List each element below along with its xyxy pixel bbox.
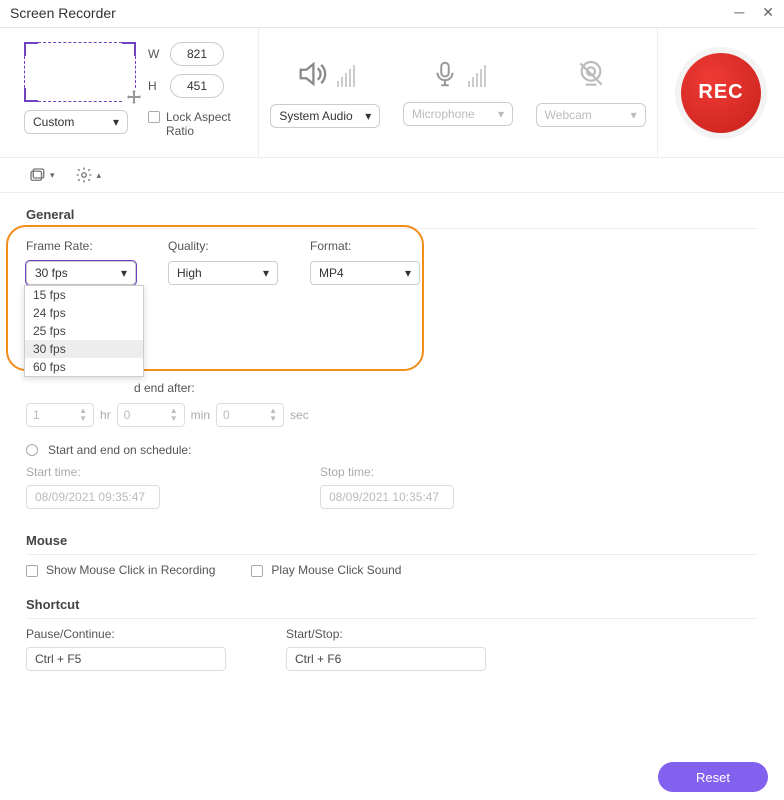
chevron-down-icon: ▾ [121, 266, 127, 280]
stop-time-field[interactable]: 08/09/2021 10:35:47 [320, 485, 454, 509]
webcam-select[interactable]: Webcam▾ [536, 103, 646, 127]
output-folder-button[interactable]: ▾ [28, 166, 55, 184]
system-audio-select[interactable]: System Audio▾ [270, 104, 380, 128]
pause-shortcut-label: Pause/Continue: [26, 627, 226, 641]
quality-select[interactable]: High▾ [168, 261, 278, 285]
chevron-down-icon: ▾ [405, 266, 411, 280]
mic-level-icon [468, 65, 486, 87]
shortcut-heading: Shortcut [26, 597, 758, 619]
start-time-field[interactable]: 08/09/2021 09:35:47 [26, 485, 160, 509]
microphone-icon [430, 59, 460, 92]
radio-icon [26, 444, 38, 456]
chevron-down-icon: ▾ [263, 266, 269, 280]
minimize-button[interactable]: ─ [734, 4, 744, 21]
webcam-off-icon [575, 58, 607, 93]
pause-shortcut-field[interactable]: Ctrl + F5 [26, 647, 226, 671]
capture-mode-select[interactable]: Custom▾ [24, 110, 128, 134]
fps-option[interactable]: 24 fps [25, 304, 143, 322]
close-button[interactable]: ✕ [762, 4, 774, 21]
height-input[interactable] [170, 74, 224, 98]
general-heading: General [26, 207, 758, 229]
chevron-down-icon: ▾ [113, 115, 119, 129]
chevron-down-icon: ▾ [365, 109, 371, 123]
start-shortcut-label: Start/Stop: [286, 627, 486, 641]
fps-option[interactable]: 25 fps [25, 322, 143, 340]
hour-stepper[interactable]: 1▲▼ [26, 403, 94, 427]
stop-time-label: Stop time: [320, 465, 454, 479]
format-label: Format: [310, 239, 420, 253]
play-sound-checkbox[interactable]: Play Mouse Click Sound [251, 563, 401, 577]
microphone-select[interactable]: Microphone▾ [403, 102, 513, 126]
start-shortcut-field[interactable]: Ctrl + F6 [286, 647, 486, 671]
record-button[interactable]: REC [681, 53, 761, 133]
start-time-label: Start time: [26, 465, 160, 479]
quality-label: Quality: [168, 239, 278, 253]
chevron-down-icon: ▾ [50, 170, 55, 181]
source-webcam: Webcam▾ [524, 28, 657, 157]
mouse-heading: Mouse [26, 533, 758, 555]
minute-stepper[interactable]: 0▲▼ [117, 403, 185, 427]
frame-rate-label: Frame Rate: [26, 239, 136, 253]
width-input[interactable] [170, 42, 224, 66]
settings-button[interactable]: ▴ [75, 166, 102, 184]
reset-button[interactable]: Reset [658, 762, 768, 792]
audio-level-icon [337, 65, 355, 87]
chevron-down-icon: ▾ [631, 108, 637, 122]
schedule-label: Start and end on schedule: [48, 443, 191, 457]
window-title: Screen Recorder [10, 5, 116, 21]
fps-option[interactable]: 30 fps [25, 340, 143, 358]
format-select[interactable]: MP4▾ [310, 261, 420, 285]
titlebar: Screen Recorder ─ ✕ [0, 0, 784, 28]
end-after-label: d end after: [134, 381, 195, 395]
toolbar: ▾ ▴ [0, 158, 784, 193]
width-label: W [148, 47, 164, 61]
fps-option[interactable]: 60 fps [25, 358, 143, 376]
chevron-up-icon: ▴ [97, 170, 102, 181]
capture-region-preview[interactable] [24, 42, 136, 102]
end-after-option[interactable]: d end after: [26, 381, 758, 395]
speaker-icon [295, 57, 329, 94]
schedule-option[interactable]: Start and end on schedule: [26, 443, 758, 457]
source-microphone: Microphone▾ [392, 28, 525, 157]
config-row: W H Custom▾ Lock Aspect Ratio System Aud… [0, 28, 784, 158]
lock-aspect-checkbox[interactable]: Lock Aspect Ratio [148, 110, 248, 139]
chevron-down-icon: ▾ [498, 107, 504, 121]
move-icon [126, 89, 142, 108]
frame-rate-select[interactable]: 30 fps▾ [26, 261, 136, 285]
source-system-audio: System Audio▾ [259, 28, 392, 157]
height-label: H [148, 79, 164, 93]
settings-panel: General Frame Rate: 30 fps▾ Quality: Hig… [0, 193, 784, 671]
fps-option[interactable]: 15 fps [25, 286, 143, 304]
frame-rate-dropdown[interactable]: 15 fps 24 fps 25 fps 30 fps 60 fps [24, 285, 144, 377]
show-click-checkbox[interactable]: Show Mouse Click in Recording [26, 563, 215, 577]
second-stepper[interactable]: 0▲▼ [216, 403, 284, 427]
